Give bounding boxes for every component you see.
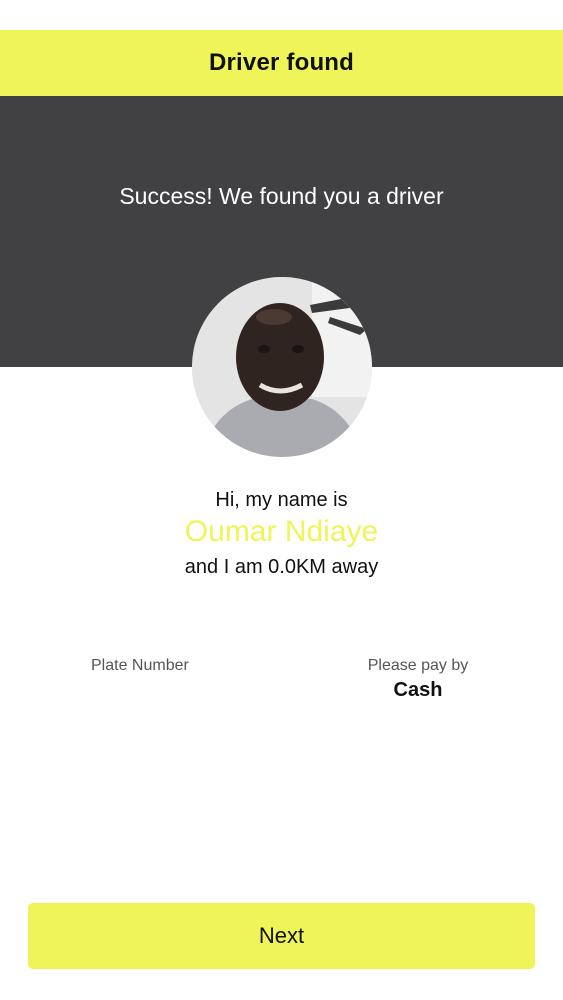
- driver-distance: and I am 0.0KM away: [184, 556, 379, 578]
- driver-found-screen: Driver found Success! We found you a dri…: [0, 0, 563, 1000]
- driver-photo-icon: [192, 277, 372, 457]
- header-bar: Driver found: [0, 30, 563, 96]
- success-message: Success! We found you a driver: [119, 183, 444, 209]
- driver-avatar: [192, 277, 372, 457]
- next-button[interactable]: Next: [28, 903, 535, 969]
- plate-number-label: Plate Number: [91, 657, 189, 674]
- greeting-text: Hi, my name is: [215, 489, 348, 511]
- payment-info: Please pay by Cash: [338, 657, 498, 702]
- payment-method: Cash: [393, 679, 443, 701]
- driver-name: Oumar Ndiaye: [184, 515, 379, 548]
- payment-label: Please pay by: [367, 657, 469, 674]
- page-title: Driver found: [208, 49, 355, 76]
